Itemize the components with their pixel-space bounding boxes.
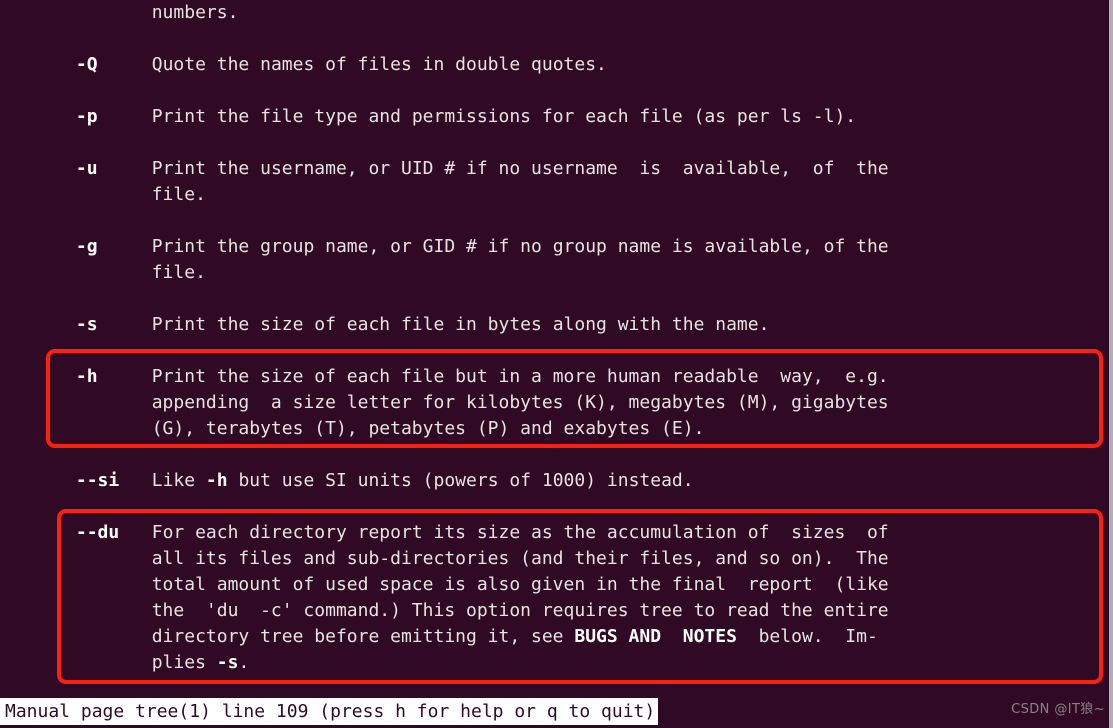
man-text: Print the size of each file in bytes alo…: [97, 314, 770, 335]
window-right-edge: [1109, 0, 1113, 728]
man-text: plies: [0, 652, 217, 673]
man-bold-text: -s: [75, 314, 98, 335]
man-line: [0, 208, 1113, 234]
man-line: plies -s.: [0, 650, 1113, 676]
man-text: Print the group name, or GID # if no gro…: [97, 236, 889, 257]
man-line: [0, 286, 1113, 312]
man-line: directory tree before emitting it, see B…: [0, 624, 1113, 650]
man-line: [0, 442, 1113, 468]
man-line: numbers.: [0, 2, 239, 23]
man-text: .: [238, 652, 250, 673]
man-text: [0, 54, 76, 75]
man-bold-text: -g: [75, 236, 98, 257]
man-line: -u Print the username, or UID # if no us…: [0, 156, 1113, 182]
man-line: [0, 78, 1113, 104]
man-text: Print the username, or UID # if no usern…: [97, 158, 889, 179]
less-status-bar[interactable]: Manual page tree(1) line 109 (press h fo…: [0, 698, 659, 725]
man-line: --si Like -h but use SI units (powers of…: [0, 468, 1113, 494]
man-line: [0, 494, 1113, 520]
man-bold-text: --si: [75, 470, 120, 491]
man-line: -h Print the size of each file but in a …: [0, 364, 1113, 390]
man-line: -s Print the size of each file in bytes …: [0, 312, 1113, 338]
man-line: (G), terabytes (T), petabytes (P) and ex…: [0, 418, 705, 439]
csdn-watermark: CSDN @IT狼~: [1011, 702, 1105, 717]
man-text: For each directory report its size as th…: [119, 522, 889, 543]
man-line: -p Print the file type and permissions f…: [0, 104, 1113, 130]
man-line: file.: [0, 262, 206, 283]
man-line: file.: [0, 184, 206, 205]
man-line: -Q Quote the names of files in double qu…: [0, 52, 1113, 78]
man-bold-text: -p: [75, 106, 98, 127]
man-text: but use SI units (powers of 1000) instea…: [227, 470, 694, 491]
man-text: [0, 106, 76, 127]
man-text: [0, 366, 76, 387]
man-line: total amount of used space is also given…: [0, 574, 889, 595]
man-line: the 'du -c' command.) This option requir…: [0, 600, 889, 621]
man-text: Like: [119, 470, 206, 491]
man-line: [0, 130, 1113, 156]
man-text: directory tree before emitting it, see: [0, 626, 575, 647]
man-line: all its files and sub-directories (and t…: [0, 548, 889, 569]
man-text: [0, 522, 76, 543]
man-line: [0, 338, 1113, 364]
man-text: [0, 470, 76, 491]
man-page-content: numbers. -Q Quote the names of files in …: [0, 0, 1113, 676]
man-bold-text: -h: [205, 470, 228, 491]
man-bold-text: -s: [216, 652, 239, 673]
man-bold-text: BUGS AND NOTES: [574, 626, 737, 647]
man-text: [0, 158, 76, 179]
man-bold-text: -u: [75, 158, 98, 179]
man-text: Quote the names of files in double quote…: [97, 54, 607, 75]
man-text: Print the size of each file but in a mor…: [97, 366, 889, 387]
man-line: [0, 26, 1113, 52]
man-bold-text: -h: [75, 366, 98, 387]
man-line: appending a size letter for kilobytes (K…: [0, 392, 889, 413]
man-text: below. Im-: [736, 626, 878, 647]
man-text: Print the file type and permissions for …: [97, 106, 857, 127]
man-line: -g Print the group name, or GID # if no …: [0, 234, 1113, 260]
man-line: --du For each directory report its size …: [0, 520, 1113, 546]
man-bold-text: --du: [75, 522, 120, 543]
man-text: [0, 314, 76, 335]
man-bold-text: -Q: [75, 54, 98, 75]
man-text: [0, 236, 76, 257]
terminal-window[interactable]: numbers. -Q Quote the names of files in …: [0, 0, 1113, 728]
